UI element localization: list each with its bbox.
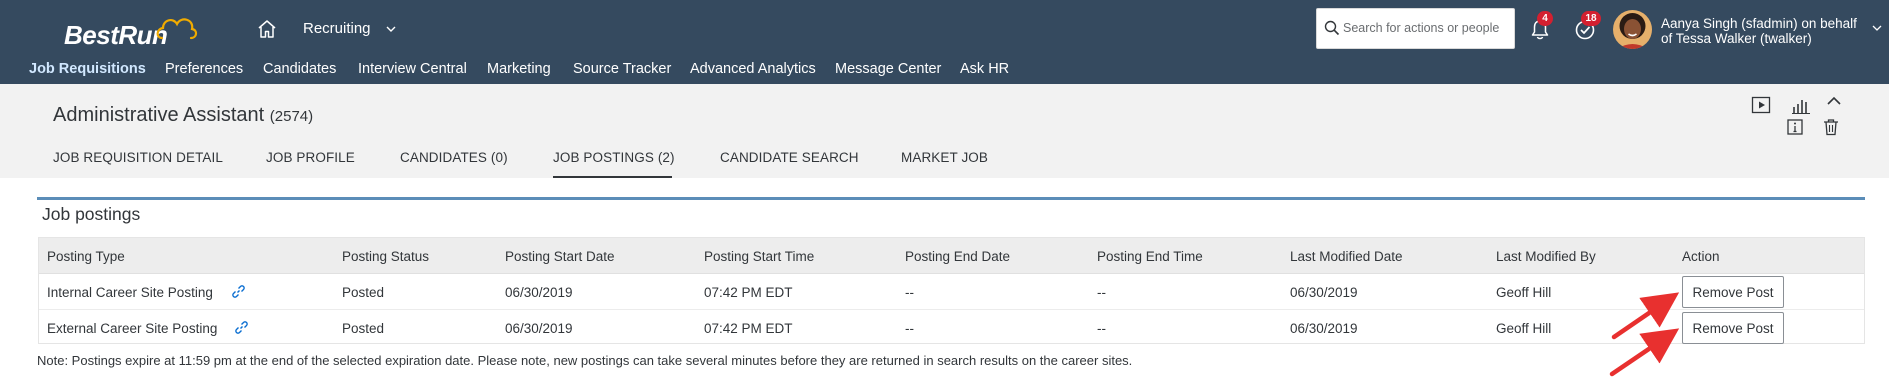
bestrun-logo[interactable]: BestRun	[64, 12, 198, 52]
main-nav: Job Requisitions Preferences Candidates …	[0, 58, 1100, 82]
tab-job-requisition-detail[interactable]: JOB REQUISITION DETAIL	[53, 150, 223, 165]
search-icon[interactable]	[1324, 20, 1340, 36]
play-icon[interactable]	[1750, 94, 1772, 116]
table-row: External Career Site Posting Posted 06/3…	[39, 310, 1864, 346]
column-header: Posting Type	[47, 249, 125, 264]
nav-item-preferences[interactable]: Preferences	[165, 61, 243, 77]
posting-end-time: --	[1097, 285, 1106, 300]
posting-status: Posted	[342, 321, 385, 336]
tab-candidates[interactable]: CANDIDATES (0)	[400, 150, 508, 165]
remove-post-button[interactable]: Remove Post	[1682, 312, 1784, 344]
posting-status: Posted	[342, 285, 385, 300]
posting-type: External Career Site Posting	[47, 321, 218, 336]
postings-table: Posting Type Posting Status Posting Star…	[38, 237, 1865, 344]
last-modified-date: 06/30/2019	[1290, 321, 1358, 336]
posting-end-date: --	[905, 285, 914, 300]
last-modified-by: Geoff Hill	[1496, 321, 1552, 336]
notification-count-badge: 4	[1537, 11, 1553, 26]
posting-end-time: --	[1097, 321, 1106, 336]
nav-item-candidates[interactable]: Candidates	[263, 61, 336, 77]
todo-count-badge: 18	[1581, 11, 1601, 26]
collapse-icon[interactable]	[1823, 90, 1845, 112]
nav-item-job-requisitions[interactable]: Job Requisitions	[29, 61, 146, 77]
postings-note: Note: Postings expire at 11:59 pm at the…	[37, 353, 1133, 368]
job-postings-panel: Job postings Posting Type Posting Status…	[0, 178, 1889, 391]
posting-type: Internal Career Site Posting	[47, 285, 213, 300]
column-header: Posting Start Date	[505, 249, 615, 264]
column-header: Posting End Date	[905, 249, 1011, 264]
analytics-icon[interactable]	[1790, 94, 1812, 116]
nav-item-marketing[interactable]: Marketing	[487, 61, 551, 77]
table-row: Internal Career Site Posting Posted 06/3…	[39, 274, 1864, 310]
tab-market-job[interactable]: MARKET JOB	[901, 150, 988, 165]
posting-end-date: --	[905, 321, 914, 336]
column-header: Posting Start Time	[704, 249, 815, 264]
posting-start-date: 06/30/2019	[505, 321, 573, 336]
posting-start-time: 07:42 PM EDT	[704, 285, 793, 300]
nav-item-message-center[interactable]: Message Center	[835, 61, 941, 77]
tab-job-postings[interactable]: JOB POSTINGS (2)	[553, 150, 675, 165]
object-header: Administrative Assistant (2574) JOB REQU…	[0, 84, 1889, 178]
link-icon[interactable]	[231, 284, 246, 299]
section-divider	[37, 197, 1865, 200]
nav-item-advanced-analytics[interactable]: Advanced Analytics	[690, 61, 816, 77]
requisition-title: Administrative Assistant	[53, 104, 265, 126]
section-title: Job postings	[42, 204, 141, 224]
last-modified-by: Geoff Hill	[1496, 285, 1552, 300]
remove-post-button[interactable]: Remove Post	[1682, 276, 1784, 308]
link-icon[interactable]	[234, 320, 249, 335]
column-header: Last Modified By	[1496, 249, 1596, 264]
chevron-down-icon[interactable]	[1871, 22, 1883, 34]
nav-item-source-tracker[interactable]: Source Tracker	[573, 61, 671, 77]
nav-item-interview-central[interactable]: Interview Central	[358, 61, 467, 77]
home-icon[interactable]	[256, 18, 278, 40]
user-avatar[interactable]	[1613, 10, 1652, 49]
requisition-id: (2574)	[269, 108, 314, 125]
shell-bar: BestRun Recruiting 4 18 Aanya Singh (sfa…	[0, 0, 1889, 84]
chevron-down-icon[interactable]	[384, 22, 398, 36]
column-header: Action	[1682, 249, 1720, 264]
logo-text: BestRun	[64, 20, 168, 50]
user-name[interactable]: Aanya Singh (sfadmin) on behalf of Tessa…	[1661, 16, 1861, 46]
tab-candidate-search[interactable]: CANDIDATE SEARCH	[720, 150, 859, 165]
posting-start-time: 07:42 PM EDT	[704, 321, 793, 336]
logo-cloud-icon	[156, 18, 198, 40]
last-modified-date: 06/30/2019	[1290, 285, 1358, 300]
page-title: Administrative Assistant (2574)	[53, 104, 313, 127]
info-icon[interactable]	[1784, 116, 1806, 138]
tab-job-profile[interactable]: JOB PROFILE	[266, 150, 355, 165]
delete-icon[interactable]	[1820, 116, 1842, 138]
column-header: Last Modified Date	[1290, 249, 1403, 264]
search-input[interactable]	[1343, 19, 1509, 37]
nav-item-ask-hr[interactable]: Ask HR	[960, 61, 1009, 77]
table-header: Posting Type Posting Status Posting Star…	[39, 238, 1864, 274]
app-title[interactable]: Recruiting	[303, 20, 371, 37]
column-header: Posting End Time	[1097, 249, 1203, 264]
posting-start-date: 06/30/2019	[505, 285, 573, 300]
column-header: Posting Status	[342, 249, 430, 264]
